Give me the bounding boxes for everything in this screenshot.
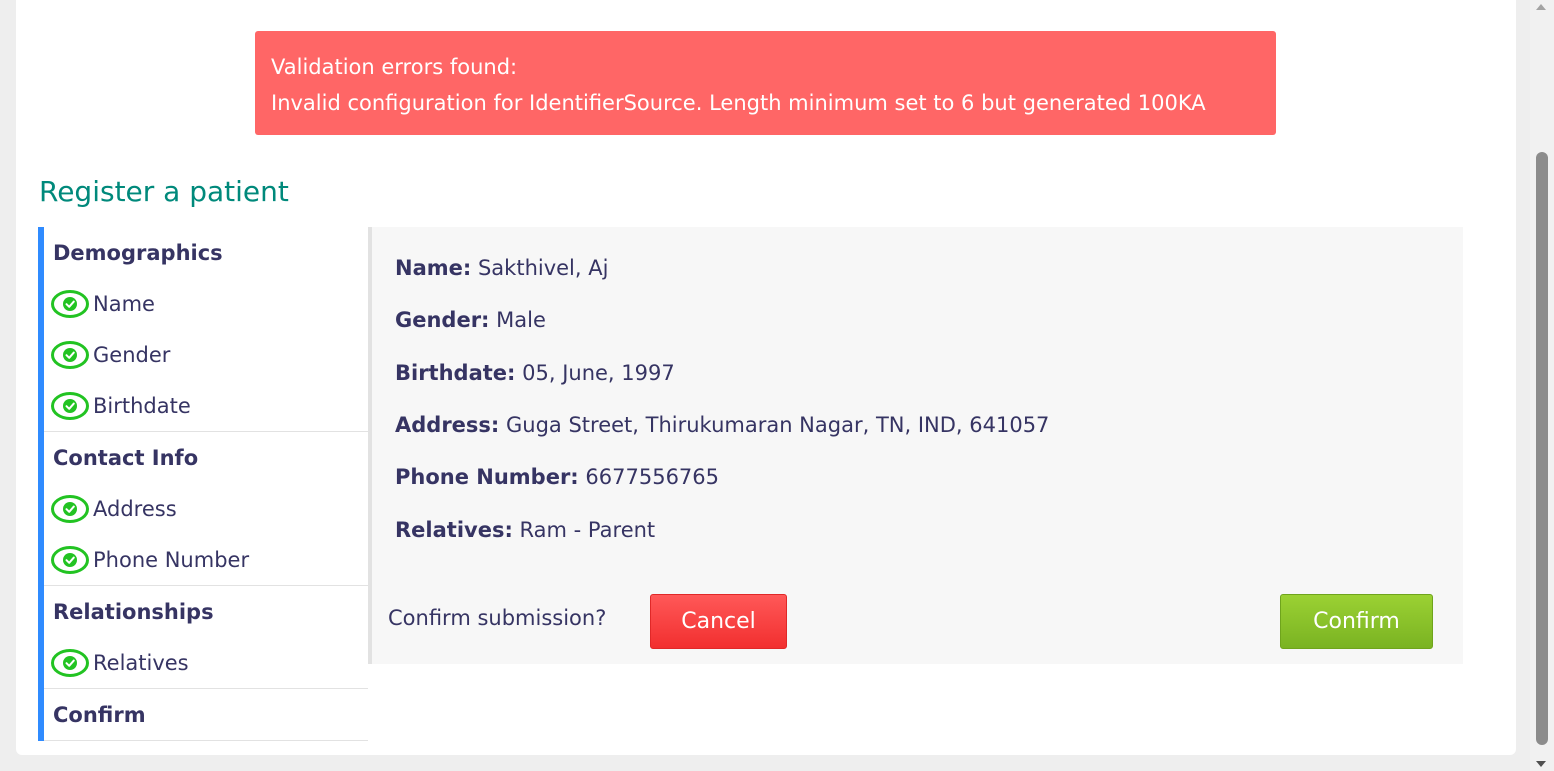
summary-label: Relatives: [395,518,513,542]
nav-item-phone-number[interactable]: Phone Number [44,534,368,585]
summary-row-gender: Gender: Male [395,305,546,335]
summary-value: Male [496,308,546,332]
alert-message: Invalid configuration for IdentifierSour… [271,91,1206,115]
nav-item-gender[interactable]: Gender [44,329,368,380]
section-contact-info: Contact Info Address Phone Number [44,432,368,586]
page-title: Register a patient [39,175,289,208]
nav-item-address[interactable]: Address [44,483,368,534]
section-title[interactable]: Contact Info [44,432,368,483]
summary-value: Guga Street, Thirukumaran Nagar, TN, IND… [506,413,1050,437]
nav-item-label: Address [93,496,177,521]
check-circle-icon [51,391,89,420]
check-circle-icon [51,545,89,574]
registration-steps-nav: Demographics Name Gender Birthdate Conta… [38,227,368,741]
section-title[interactable]: Demographics [44,227,368,278]
check-circle-icon [51,648,89,677]
cancel-button[interactable]: Cancel [650,594,787,649]
section-relationships: Relationships Relatives [44,586,368,689]
summary-label: Address: [395,413,500,437]
scroll-down-arrow-icon[interactable] [1536,761,1546,767]
nav-item-name[interactable]: Name [44,278,368,329]
confirm-button[interactable]: Confirm [1280,594,1433,649]
nav-item-label: Name [93,291,155,316]
section-title[interactable]: Relationships [44,586,368,637]
section-demographics: Demographics Name Gender Birthdate [44,227,368,432]
check-circle-icon [51,289,89,318]
nav-item-label: Birthdate [93,393,191,418]
summary-label: Name: [395,256,472,280]
nav-item-relatives[interactable]: Relatives [44,637,368,688]
summary-value: Ram - Parent [519,518,656,542]
nav-item-birthdate[interactable]: Birthdate [44,380,368,431]
nav-item-label: Gender [93,342,171,367]
summary-row-relatives: Relatives: Ram - Parent [395,515,655,545]
summary-value: 6677556765 [585,465,720,489]
section-confirm: Confirm [44,689,368,741]
validation-error-alert: Validation errors found: Invalid configu… [255,31,1276,135]
summary-row-birthdate: Birthdate: 05, June, 1997 [395,358,675,388]
confirm-question: Confirm submission? [388,606,607,630]
summary-row-address: Address: Guga Street, Thirukumaran Nagar… [395,410,1049,440]
summary-row-phone-number: Phone Number: 6677556765 [395,462,719,492]
check-circle-icon [51,340,89,369]
summary-label: Phone Number: [395,465,579,489]
summary-value: Sakthivel, Aj [477,256,609,280]
confirmation-summary: Name: Sakthivel, Aj Gender: Male Birthda… [372,227,1463,664]
summary-label: Birthdate: [395,361,516,385]
alert-heading: Validation errors found: [271,55,518,79]
check-circle-icon [51,494,89,523]
summary-value: 05, June, 1997 [522,361,675,385]
summary-label: Gender: [395,308,490,332]
nav-item-label: Phone Number [93,547,250,572]
summary-row-name: Name: Sakthivel, Aj [395,253,608,283]
vertical-scrollbar[interactable] [1530,0,1554,771]
section-title[interactable]: Confirm [44,689,368,740]
nav-item-label: Relatives [93,650,189,675]
scroll-up-arrow-icon[interactable] [1536,4,1546,10]
scrollbar-thumb[interactable] [1536,152,1548,745]
